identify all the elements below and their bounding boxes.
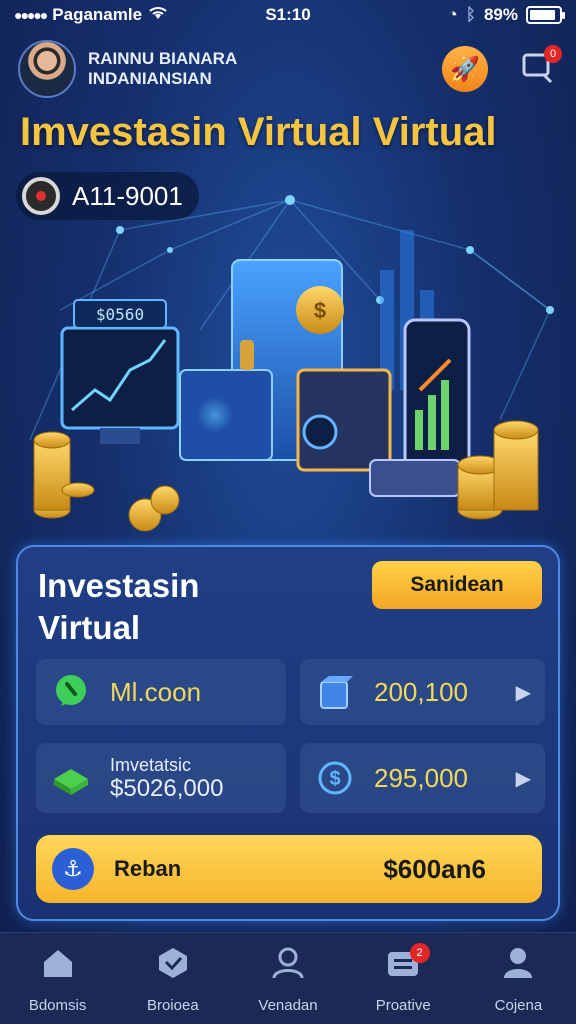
battery-fill	[530, 10, 555, 20]
screen-label-text: $0560	[96, 305, 144, 324]
tile-text: Ml.coon	[110, 676, 202, 707]
rocket-button[interactable]: 🚀	[442, 46, 488, 92]
investment-illustration: $0560 $	[29, 195, 554, 532]
nav-item-wallet[interactable]: 2 Proative	[346, 933, 461, 1024]
tile-value: 295,000	[374, 762, 468, 793]
wifi-icon	[148, 5, 168, 26]
status-left: ●●●●● Paganamle	[14, 5, 168, 26]
nav-item-home[interactable]: Bdomsis	[0, 933, 115, 1024]
card-title: Investasin Virtual	[38, 567, 200, 646]
user-name: Rainnu BIANARA INDANIANSIAN	[88, 49, 237, 88]
money-box-icon	[50, 757, 92, 799]
header-actions: 🚀 0	[442, 45, 562, 92]
nav-label: Proative	[375, 996, 431, 1014]
battery-icon	[526, 6, 565, 24]
nav-label: Broioea	[146, 996, 199, 1014]
page-title: Imvestasin Virtual Virtual	[20, 110, 497, 154]
chat-icon	[50, 671, 92, 713]
tile-200100[interactable]: 200,100 ▶	[300, 659, 545, 725]
nav-item-shield[interactable]: Broioea	[115, 933, 230, 1024]
tile-amount: $5026,000	[110, 775, 224, 802]
home-icon	[39, 944, 77, 987]
nav-badge: 2	[409, 943, 430, 963]
chevron-right-icon: ▶	[515, 767, 531, 790]
battery-percent: 89%	[483, 5, 518, 24]
monitor-icon	[60, 326, 180, 444]
tile-295000[interactable]: $ 295,000 ▶	[300, 743, 545, 813]
chevron-right-icon: ▶	[515, 681, 531, 704]
notifications-button[interactable]: 0	[518, 45, 562, 89]
reban-label: Reban	[114, 856, 182, 881]
carrier-name: Paganamle	[52, 5, 143, 24]
shield-icon	[154, 944, 192, 987]
tile-label-group: Imvetatsic $5026,000	[110, 754, 223, 802]
cube-icon	[314, 671, 356, 713]
rocket-icon: 🚀	[450, 55, 480, 83]
tile-value: 200,100	[374, 676, 468, 707]
bottom-nav: Bdomsis Broioea Venadan 2 Proative Cojen…	[0, 932, 576, 1024]
avatar[interactable]	[18, 40, 76, 98]
tile-label: Imvetatsic	[110, 755, 192, 775]
svg-text:$: $	[314, 298, 326, 323]
nav-label: Cojena	[494, 996, 543, 1014]
signal-icon: ●●●●●	[14, 7, 48, 23]
nav-label: Bdomsis	[28, 996, 87, 1014]
bluetooth-icon: ᛒ	[465, 5, 476, 24]
nav-item-profile[interactable]: Venadan	[230, 933, 345, 1024]
status-time: S1:10	[265, 5, 311, 24]
notification-badge: 0	[544, 45, 562, 63]
nav-label: Venadan	[258, 996, 318, 1014]
dollar-exchange-icon: $	[314, 757, 356, 799]
investment-card: Investasin Virtual Sanidean Ml.coon 200,…	[16, 545, 560, 921]
svg-text:$: $	[329, 768, 340, 790]
reban-amount: $600an6	[383, 853, 486, 884]
reban-button[interactable]: ⚓ Reban $600an6	[36, 835, 542, 903]
user-icon	[269, 944, 307, 987]
status-right: ◔ ᛒ 89%	[447, 5, 565, 25]
status-bar: ●●●●● Paganamle S1:10 ◔ ᛒ 89%	[0, 0, 576, 30]
person-icon	[499, 944, 537, 987]
sanidean-button[interactable]: Sanidean	[372, 561, 542, 609]
vault-box	[296, 368, 392, 472]
alarm-icon: ◔	[447, 5, 458, 24]
nav-item-account[interactable]: Cojena	[461, 933, 576, 1024]
header: Rainnu BIANARA INDANIANSIAN 🚀 0	[18, 36, 562, 102]
anchor-icon: ⚓	[52, 848, 94, 890]
screen-label: $0560	[73, 299, 167, 329]
tile-mlcoon[interactable]: Ml.coon	[36, 659, 286, 725]
tile-imvetatsic[interactable]: Imvetatsic $5026,000	[36, 743, 286, 813]
